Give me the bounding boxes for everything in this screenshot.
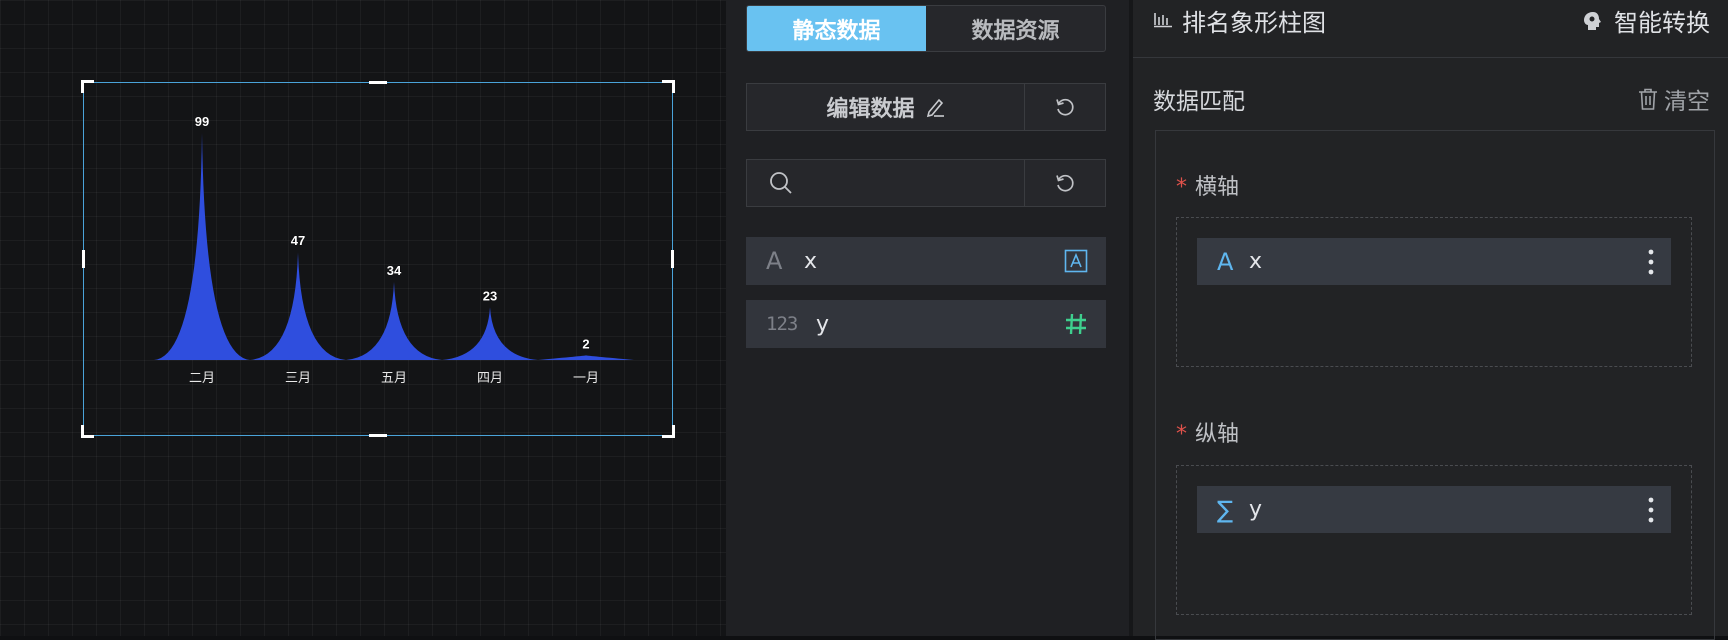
text-field-icon xyxy=(1064,249,1088,273)
data-source-tabs: 静态数据 数据资源 xyxy=(746,5,1106,52)
field-item-x[interactable]: A x xyxy=(746,237,1106,285)
chart-bar-2 xyxy=(346,282,442,360)
chart-category-label: 三月 xyxy=(285,371,311,386)
chart-category-label: 二月 xyxy=(189,371,215,386)
more-options-icon[interactable] xyxy=(1631,497,1671,523)
chart-bar-0 xyxy=(154,133,250,360)
required-mark: * xyxy=(1176,175,1187,200)
edit-data-row: 编辑数据 xyxy=(746,83,1106,131)
chart-value-label: 2 xyxy=(582,336,589,351)
editor-canvas[interactable]: 99 二月 47 三月 34 五月 23 四月 2 一月 xyxy=(0,0,726,636)
search-icon xyxy=(769,171,793,195)
text-type-icon: A xyxy=(766,247,783,275)
data-mapping-box: * 横轴 A x * 纵轴 ∑ y xyxy=(1155,130,1715,640)
bar-chart-icon xyxy=(1153,10,1173,28)
y-axis-drop-zone[interactable]: ∑ y xyxy=(1176,465,1692,615)
trash-icon xyxy=(1638,88,1658,110)
chart-value-label: 23 xyxy=(483,288,497,303)
brain-icon xyxy=(1582,10,1604,32)
chart-bar-1 xyxy=(250,252,346,360)
required-mark: * xyxy=(1176,422,1187,447)
x-axis-label: 横轴 xyxy=(1195,175,1240,200)
edit-data-label: 编辑数据 xyxy=(826,97,915,122)
chart-value-label: 34 xyxy=(387,263,402,278)
y-axis-label: 纵轴 xyxy=(1195,422,1240,447)
chart-category-label: 四月 xyxy=(477,371,503,386)
chart-value-label: 47 xyxy=(291,233,305,248)
resize-handle-left[interactable] xyxy=(82,250,85,268)
hash-icon xyxy=(1064,312,1088,336)
resize-handle-top-right[interactable] xyxy=(662,80,675,93)
chart-bar-4 xyxy=(538,355,634,360)
pictorial-bar-chart: 99 二月 47 三月 34 五月 23 四月 2 一月 xyxy=(154,114,634,386)
tab-data-resources[interactable]: 数据资源 xyxy=(926,6,1105,51)
resize-handle-right[interactable] xyxy=(671,250,674,268)
chart-type-name: 排名象形柱图 xyxy=(1182,9,1326,37)
resize-handle-bottom[interactable] xyxy=(369,434,387,437)
resize-handle-top-left[interactable] xyxy=(81,80,94,93)
tab-static-data[interactable]: 静态数据 xyxy=(747,6,926,51)
search-box xyxy=(747,160,1025,206)
chart-selection-frame[interactable]: 99 二月 47 三月 34 五月 23 四月 2 一月 xyxy=(81,80,675,438)
text-type-icon: A xyxy=(1217,247,1234,276)
refresh-icon xyxy=(1054,172,1076,194)
pencil-icon xyxy=(925,96,945,118)
y-axis-title: * 纵轴 xyxy=(1176,416,1239,448)
reset-search-button[interactable] xyxy=(1025,160,1105,206)
chart-category-label: 五月 xyxy=(381,371,407,386)
data-match-title: 数据匹配 xyxy=(1153,89,1245,115)
refresh-icon xyxy=(1054,96,1076,118)
data-source-panel: 静态数据 数据资源 编辑数据 A x 123 y xyxy=(726,0,1129,636)
field-name: x xyxy=(1249,249,1263,274)
smart-convert-label: 智能转换 xyxy=(1614,9,1710,37)
clear-label: 清空 xyxy=(1664,89,1710,115)
edit-data-button[interactable]: 编辑数据 xyxy=(747,84,1025,130)
search-input[interactable] xyxy=(803,173,1007,193)
resize-handle-bottom-right[interactable] xyxy=(662,425,675,438)
chart-value-label: 99 xyxy=(195,114,209,129)
resize-handle-top[interactable] xyxy=(369,81,387,84)
config-header: 排名象形柱图 智能转换 xyxy=(1133,0,1728,58)
field-name: y xyxy=(1249,497,1263,522)
chart-config-panel: 排名象形柱图 智能转换 数据匹配 清空 * 横轴 A x * 纵轴 ∑ y xyxy=(1129,0,1728,640)
field-search-row xyxy=(746,159,1106,207)
clear-button[interactable]: 清空 xyxy=(1638,82,1710,116)
field-name: x xyxy=(804,248,818,274)
field-name: y xyxy=(816,311,830,337)
x-axis-field-chip[interactable]: A x xyxy=(1197,238,1671,285)
x-axis-title: * 横轴 xyxy=(1176,169,1239,201)
x-axis-drop-zone[interactable]: A x xyxy=(1176,217,1692,367)
smart-convert-button[interactable]: 智能转换 xyxy=(1582,3,1710,38)
chart-bar-3 xyxy=(442,307,538,360)
sum-icon: ∑ xyxy=(1217,495,1234,524)
reset-data-button[interactable] xyxy=(1025,84,1105,130)
more-options-icon[interactable] xyxy=(1631,249,1671,275)
chart-category-label: 一月 xyxy=(573,371,599,386)
number-type-icon: 123 xyxy=(766,313,798,335)
resize-handle-bottom-left[interactable] xyxy=(81,425,94,438)
y-axis-field-chip[interactable]: ∑ y xyxy=(1197,486,1671,533)
field-item-y[interactable]: 123 y xyxy=(746,300,1106,348)
